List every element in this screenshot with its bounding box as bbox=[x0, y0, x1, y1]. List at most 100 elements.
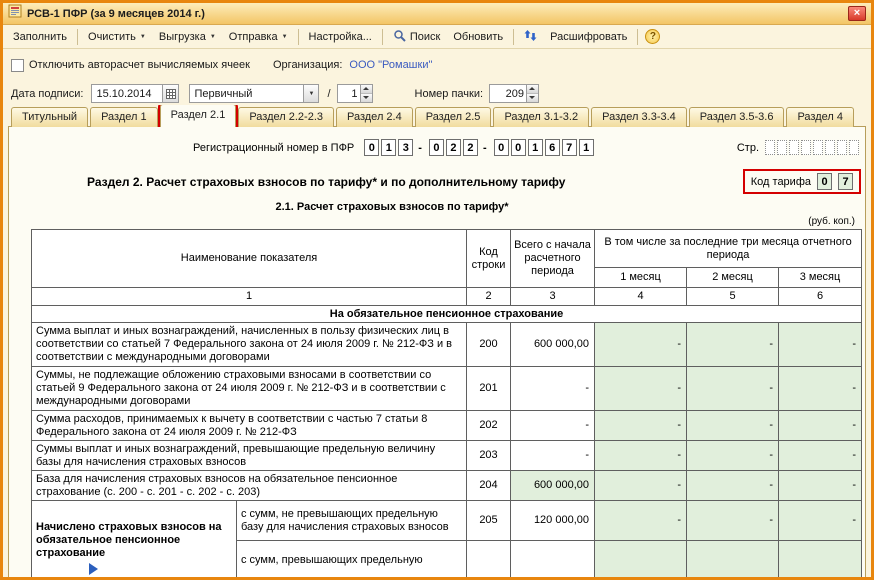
pack-number-stepper[interactable]: 209 bbox=[489, 84, 540, 103]
tab-razdel-2-1[interactable]: Раздел 2.1 bbox=[157, 105, 239, 127]
row-name: База для начисления страховых взносов на… bbox=[31, 470, 467, 501]
tab-razdel-3-3-3-4[interactable]: Раздел 3.3-3.4 bbox=[591, 107, 687, 127]
tab-razdel-2-4[interactable]: Раздел 2.4 bbox=[336, 107, 413, 127]
row-month3-cell: - bbox=[777, 500, 863, 541]
digit-cell: 0 bbox=[493, 139, 509, 156]
tariff-digit-cell[interactable]: 7 bbox=[838, 173, 853, 190]
fill-button[interactable]: Заполнить bbox=[7, 28, 73, 46]
row-month3-cell: - bbox=[777, 410, 863, 441]
section-title-row: Раздел 2. Расчет страховых взносов по та… bbox=[9, 169, 865, 194]
tab-content-razdel-2-1: Регистрационный номер в ПФР 0 1 3 - 0 2 … bbox=[8, 126, 866, 577]
organization-label: Организация: bbox=[273, 59, 343, 71]
tab-razdel-1[interactable]: Раздел 1 bbox=[90, 107, 158, 127]
search-button[interactable]: Поиск bbox=[387, 26, 446, 48]
window-title: РСВ-1 ПФР (за 9 месяцев 2014 г.) bbox=[27, 7, 205, 20]
stepper-arrows[interactable] bbox=[359, 85, 372, 102]
settings-button[interactable]: Настройка... bbox=[303, 28, 378, 46]
reg-number-label: Регистрационный номер в ПФР bbox=[193, 141, 355, 154]
title-bar[interactable]: РСВ-1 ПФР (за 9 месяцев 2014 г.) × bbox=[3, 3, 871, 25]
digit-cell: 0 bbox=[364, 139, 380, 156]
page-number-field[interactable]: Стр. bbox=[737, 140, 859, 155]
stepper-down-icon[interactable] bbox=[527, 94, 539, 102]
digit-cell: 2 bbox=[462, 139, 478, 156]
row-total-cell[interactable]: - bbox=[510, 366, 595, 411]
row-total-cell[interactable] bbox=[510, 540, 595, 577]
row-month2-cell: - bbox=[686, 366, 779, 411]
tab-razdel-3-1-3-2[interactable]: Раздел 3.1-3.2 bbox=[493, 107, 590, 127]
col-number: 1 bbox=[31, 287, 467, 306]
toolbar-separator bbox=[297, 28, 299, 45]
autocalc-checkbox-group[interactable]: Отключить авторасчет вычисляемых ячеек bbox=[11, 58, 273, 72]
sign-date-input[interactable]: 15.10.2014 bbox=[91, 84, 180, 103]
slash-label: / bbox=[327, 87, 331, 100]
row-month3-cell: - bbox=[777, 322, 863, 367]
report-type-select[interactable]: Первичный ▼ bbox=[189, 84, 320, 103]
clear-button-label: Очистить bbox=[88, 30, 136, 43]
subsection-title: 2.1. Расчет страховых взносов по тарифу* bbox=[275, 201, 509, 213]
clear-button[interactable]: Очистить ▼ bbox=[82, 28, 152, 46]
calendar-icon[interactable] bbox=[162, 85, 179, 102]
col-header-month-1: 1 месяц bbox=[594, 267, 687, 288]
upload-button[interactable]: Выгрузка ▼ bbox=[153, 28, 222, 46]
tab-razdel-4[interactable]: Раздел 4 bbox=[786, 107, 854, 127]
tab-razdel-3-5-3-6[interactable]: Раздел 3.5-3.6 bbox=[688, 107, 785, 127]
col-number: 3 bbox=[510, 287, 595, 306]
form-header: Отключить авторасчет вычисляемых ячеек О… bbox=[3, 49, 871, 104]
header-row-1: Отключить авторасчет вычисляемых ячеек О… bbox=[11, 55, 863, 75]
row-code: 200 bbox=[466, 322, 511, 367]
help-icon[interactable]: ? bbox=[645, 29, 661, 44]
col-number: 5 bbox=[686, 287, 779, 306]
table-row-204: База для начисления страховых взносов на… bbox=[31, 470, 863, 501]
row-month2-cell bbox=[686, 540, 779, 577]
row-name: Сумма расходов, принимаемых к вычету в с… bbox=[31, 410, 467, 441]
row-name: Суммы, не подлежащие обложению страховым… bbox=[31, 366, 467, 411]
tab-razdel-2-2-2-3[interactable]: Раздел 2.2-2.3 bbox=[238, 107, 334, 127]
row-code bbox=[466, 540, 511, 577]
autocalc-checkbox[interactable] bbox=[11, 58, 24, 72]
row-group-label: Начислено страховых взносов на обязатель… bbox=[31, 500, 237, 577]
header-row-2: Дата подписи: 15.10.2014 Первичный ▼ / 1… bbox=[11, 83, 863, 104]
row-month1-cell: - bbox=[594, 470, 687, 501]
chevron-down-icon[interactable]: ▼ bbox=[303, 85, 319, 102]
search-icon bbox=[393, 29, 406, 45]
page-label: Стр. bbox=[736, 141, 759, 154]
row-month1-cell: - bbox=[594, 410, 687, 441]
toolbar-separator bbox=[513, 28, 515, 45]
row-total-cell[interactable]: - bbox=[510, 440, 595, 471]
tab-titulny[interactable]: Титульный bbox=[11, 107, 89, 127]
digit-cell: 1 bbox=[381, 139, 397, 156]
tariff-digit-cell[interactable]: 0 bbox=[817, 173, 832, 190]
correction-number-stepper[interactable]: 1 bbox=[336, 84, 373, 103]
digit-cell: 0 bbox=[510, 139, 526, 156]
stepper-down-icon[interactable] bbox=[360, 94, 372, 102]
digit-cell: 6 bbox=[544, 139, 560, 156]
row-code: 203 bbox=[466, 440, 511, 471]
row-month2-cell: - bbox=[686, 440, 779, 471]
send-button[interactable]: Отправка ▼ bbox=[223, 28, 294, 46]
row-month3-cell: - bbox=[777, 366, 863, 411]
table-row-200: Сумма выплат и иных вознаграждений, начи… bbox=[31, 322, 863, 367]
exchange-button[interactable] bbox=[518, 26, 543, 48]
organization-link[interactable]: ООО "Ромашки" bbox=[349, 59, 432, 71]
row-total-cell[interactable]: 600 000,00 bbox=[510, 322, 595, 367]
row-total-cell[interactable]: 120 000,00 bbox=[510, 500, 595, 541]
stepper-up-icon[interactable] bbox=[360, 85, 372, 94]
table-row-201: Суммы, не подлежащие обложению страховым… bbox=[31, 366, 863, 411]
digit-cell: 0 bbox=[428, 139, 444, 156]
scroll-hint-icon bbox=[89, 563, 98, 575]
close-button[interactable]: × bbox=[848, 6, 866, 21]
row-month1-cell: - bbox=[594, 366, 687, 411]
reg-number-field[interactable]: 0 1 3 - 0 2 2 - 0 0 1 6 7 1 bbox=[362, 139, 594, 156]
decrypt-button-label: Расшифровать bbox=[550, 30, 628, 43]
tab-razdel-2-5[interactable]: Раздел 2.5 bbox=[414, 107, 492, 127]
stepper-arrows[interactable] bbox=[526, 85, 539, 102]
row-total-cell[interactable]: - bbox=[510, 410, 595, 441]
col-number: 2 bbox=[466, 287, 511, 306]
page-digit-cell bbox=[837, 140, 847, 155]
refresh-button[interactable]: Обновить bbox=[447, 28, 509, 46]
pack-number-label: Номер пачки: bbox=[414, 87, 484, 100]
row-month1-cell: - bbox=[594, 500, 687, 541]
stepper-up-icon[interactable] bbox=[527, 85, 539, 94]
decrypt-button[interactable]: Расшифровать bbox=[544, 28, 633, 46]
row-month1-cell bbox=[594, 540, 687, 577]
